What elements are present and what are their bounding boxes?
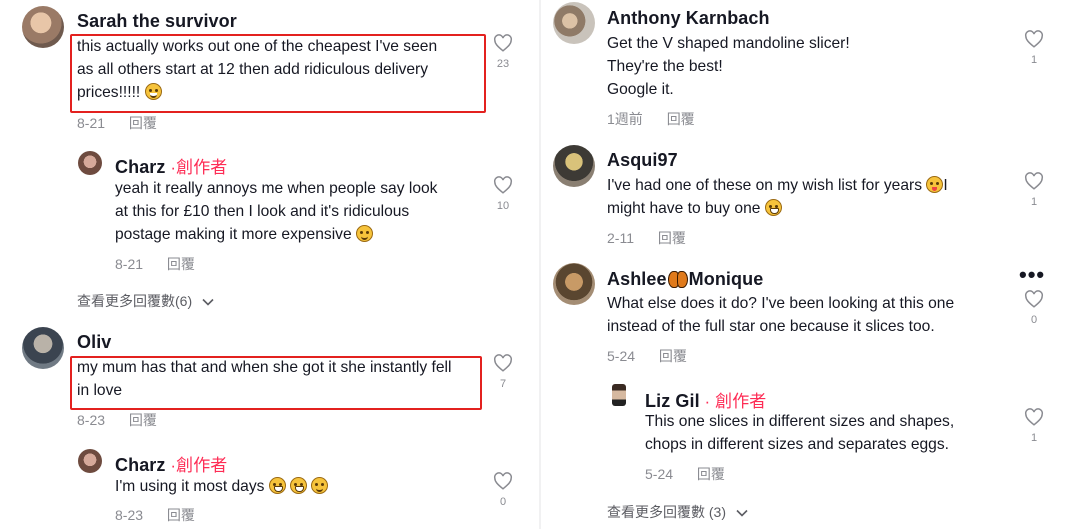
like-button[interactable]: 10 (492, 176, 514, 212)
like-button[interactable]: 1 (1023, 408, 1045, 444)
heart-icon (1025, 30, 1043, 48)
like-button[interactable]: 1 (1023, 30, 1045, 66)
comment-date: 5-24 (645, 466, 674, 482)
comment-date: 2-11 (607, 230, 634, 246)
like-button[interactable]: 1 (1023, 172, 1045, 208)
like-button[interactable]: 7 (492, 354, 514, 390)
comment-date: 5-24 (607, 348, 636, 364)
grinning-face-emoji (290, 477, 308, 494)
like-button[interactable]: 23 (492, 34, 514, 70)
like-count: 7 (499, 378, 507, 390)
view-more-replies[interactable]: 查看更多回覆數 (3) (607, 502, 748, 522)
smiling-face-emoji (355, 225, 373, 242)
like-button[interactable]: 0 (492, 472, 514, 508)
comment-meta: 5-24 回覆 (645, 464, 725, 484)
view-more-replies[interactable]: 查看更多回覆數(6) (77, 291, 214, 311)
avatar[interactable] (553, 2, 595, 44)
reply-button[interactable]: 回覆 (697, 466, 725, 482)
face-with-tongue-emoji (926, 176, 944, 193)
avatar[interactable] (22, 6, 64, 48)
right-comment-panel: Anthony Karnbach Get the V shaped mandol… (540, 0, 1080, 529)
heart-icon (1025, 408, 1043, 426)
reply-button[interactable]: 回覆 (658, 230, 686, 246)
avatar[interactable] (612, 384, 626, 406)
comment-author-name[interactable]: Asqui97 (607, 150, 678, 171)
comment-author-name[interactable]: Charz ·創作者 (115, 451, 227, 476)
comment-meta: 8-23 回覆 (77, 410, 157, 430)
creator-tag: · 創作者 (699, 392, 767, 411)
reply-button[interactable]: 回覆 (129, 115, 157, 131)
reply-button[interactable]: 回覆 (129, 412, 157, 428)
avatar[interactable] (78, 449, 102, 473)
comment-text: This one slices in different sizes and s… (645, 413, 955, 453)
reply-button[interactable]: 回覆 (667, 111, 695, 127)
comment-meta: 8-23 回覆 (115, 505, 195, 525)
smiling-face-hearts-emoji (311, 477, 329, 494)
comment-meta: 8-21 回覆 (77, 113, 157, 133)
comment-author-name[interactable]: Anthony Karnbach (607, 8, 770, 29)
like-count: 1 (1030, 196, 1038, 208)
comment-author-name[interactable]: Ashlee Monique (607, 269, 763, 290)
like-count: 1 (1030, 54, 1038, 66)
reply-button[interactable]: 回覆 (167, 507, 195, 523)
comment-date: 8-21 (115, 256, 144, 272)
comment-meta: 5-24 回覆 (607, 346, 687, 366)
comment-meta: 2-11 回覆 (607, 228, 686, 248)
comment-author-name[interactable]: Liz Gil · 創作者 (645, 387, 766, 412)
creator-tag: ·創作者 (165, 158, 228, 177)
chevron-down-icon (736, 509, 748, 517)
highlight-box (70, 356, 482, 410)
comment-date: 8-23 (77, 412, 106, 428)
comment-meta: 1週前 回覆 (607, 109, 695, 129)
comment-date: 8-23 (115, 507, 144, 523)
avatar[interactable] (22, 327, 64, 369)
like-count: 0 (1030, 314, 1038, 326)
comment-text: I've had one of these on my wish list fo… (607, 176, 948, 217)
comment-date: 1週前 (607, 111, 643, 127)
heart-icon (1025, 172, 1043, 190)
more-options-icon[interactable]: ••• (1019, 262, 1045, 288)
comment-text: What else does it do? I've been looking … (607, 295, 955, 335)
grinning-face-emoji (764, 199, 782, 216)
chevron-down-icon (202, 298, 214, 306)
comment-author-name[interactable]: Charz ·創作者 (115, 153, 227, 178)
heart-icon (494, 472, 512, 490)
creator-tag: ·創作者 (165, 456, 228, 475)
reply-button[interactable]: 回覆 (659, 348, 687, 364)
butterfly-emoji (667, 271, 688, 288)
heart-icon (1025, 290, 1043, 308)
avatar[interactable] (78, 151, 102, 175)
heart-icon (494, 354, 512, 372)
comment-text: Get the V shaped mandoline slicer! They'… (607, 35, 850, 98)
avatar[interactable] (553, 263, 595, 305)
comment-text: I'm using it most days (115, 475, 485, 498)
like-button[interactable]: 0 (1023, 290, 1045, 326)
left-comment-panel: Sarah the survivor this actually works o… (0, 0, 540, 529)
like-count: 1 (1030, 432, 1038, 444)
comment-text: yeah it really annoys me when people say… (115, 180, 438, 243)
like-count: 23 (496, 58, 510, 70)
comment-author-name[interactable]: Sarah the survivor (77, 11, 237, 32)
avatar[interactable] (553, 145, 595, 187)
like-count: 0 (499, 496, 507, 508)
like-count: 10 (496, 200, 510, 212)
highlight-box (70, 34, 486, 113)
comment-author-name[interactable]: Oliv (77, 332, 111, 353)
comment-date: 8-21 (77, 115, 106, 131)
grinning-face-emoji (268, 477, 286, 494)
heart-icon (494, 34, 512, 52)
reply-button[interactable]: 回覆 (167, 256, 195, 272)
heart-icon (494, 176, 512, 194)
comment-meta: 8-21 回覆 (115, 254, 195, 274)
